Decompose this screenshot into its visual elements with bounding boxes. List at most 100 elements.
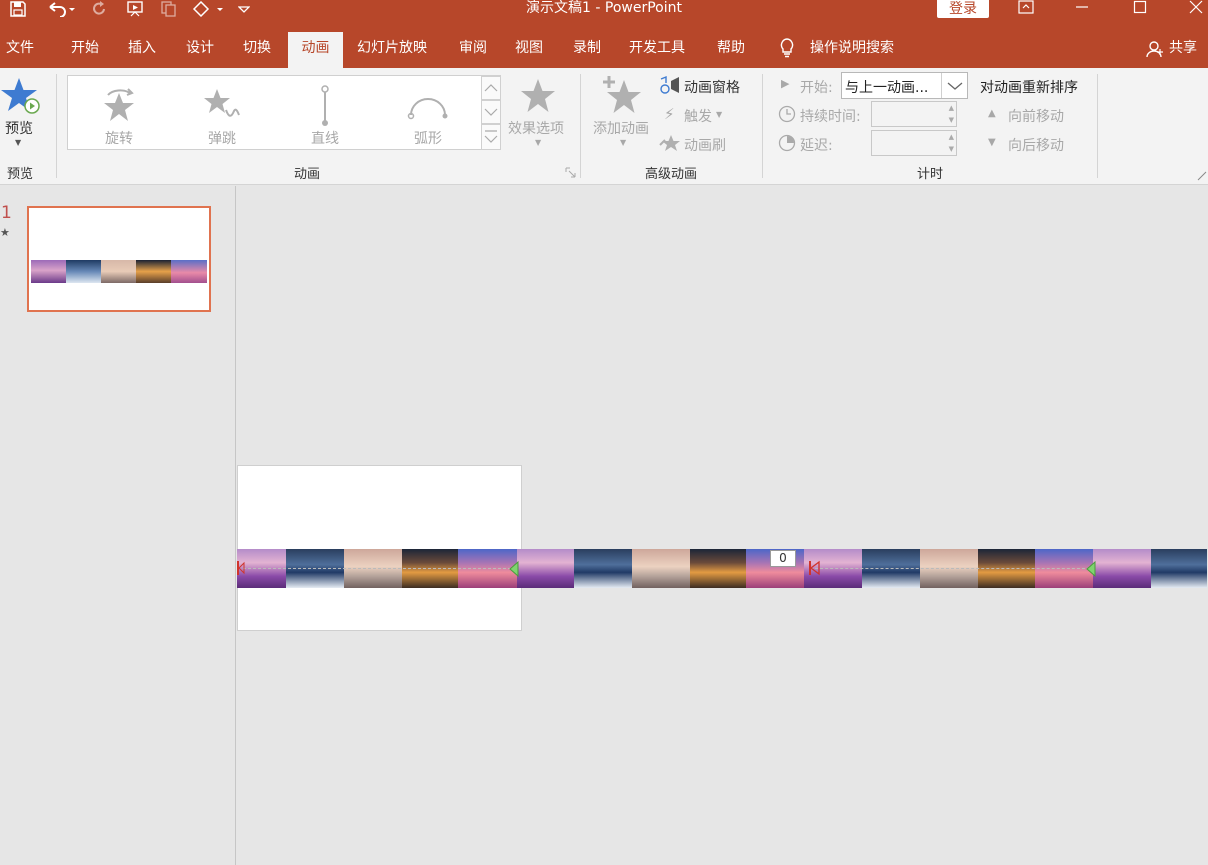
duration-up-icon[interactable]: ▲ bbox=[949, 104, 954, 112]
tab-slideshow[interactable]: 幻灯片放映 bbox=[357, 32, 427, 68]
preview-dropdown-icon[interactable]: ▼ bbox=[15, 138, 21, 147]
animation-pane-icon bbox=[659, 75, 681, 95]
tab-animations[interactable]: 动画 bbox=[288, 32, 343, 68]
trigger-lightning-icon: ⚡ bbox=[664, 105, 675, 123]
add-animation-icon bbox=[600, 74, 644, 116]
save-icon[interactable] bbox=[6, 0, 30, 18]
spin-star-icon bbox=[69, 84, 169, 128]
tab-view[interactable]: 视图 bbox=[515, 32, 543, 68]
customize-qat-icon[interactable] bbox=[234, 0, 254, 18]
undo-icon[interactable] bbox=[44, 0, 78, 18]
effect-options-star-icon bbox=[518, 76, 558, 116]
share-user-icon[interactable] bbox=[1146, 40, 1164, 62]
photo-mountain-purple bbox=[1093, 549, 1151, 588]
effect-options-button[interactable]: 效果选项 bbox=[508, 118, 564, 138]
duration-clock-icon bbox=[778, 105, 796, 123]
duration-input[interactable]: ▲ ▼ bbox=[871, 101, 957, 127]
gallery-scroll-down[interactable] bbox=[481, 100, 501, 124]
close-icon[interactable] bbox=[1176, 0, 1208, 16]
gallery-scroll-up[interactable] bbox=[481, 76, 501, 100]
start-play-icon: ▶ bbox=[781, 77, 790, 90]
redo-icon[interactable] bbox=[88, 0, 110, 18]
anim-bounce[interactable]: 弹跳 bbox=[172, 84, 272, 154]
effect-options-dropdown-icon: ▼ bbox=[535, 138, 542, 147]
anim-spin-label: 旋转 bbox=[105, 131, 133, 147]
reorder-title: 对动画重新排序 bbox=[980, 80, 1078, 96]
lightbulb-icon[interactable] bbox=[778, 38, 796, 62]
duration-label: 持续时间: bbox=[800, 109, 861, 125]
login-button[interactable]: 登录 bbox=[937, 0, 989, 18]
tell-me-search[interactable]: 操作说明搜索 bbox=[810, 32, 894, 68]
move-later-button[interactable]: 向后移动 bbox=[1008, 135, 1064, 155]
tab-insert[interactable]: 插入 bbox=[128, 32, 156, 68]
move-later-icon: ▼ bbox=[988, 137, 996, 148]
slide-canvas[interactable] bbox=[237, 465, 522, 631]
photo-snow-lake bbox=[574, 549, 632, 588]
move-earlier-button[interactable]: 向前移动 bbox=[1008, 106, 1064, 126]
anim-spin[interactable]: 旋转 bbox=[69, 84, 169, 154]
preview-star-icon[interactable] bbox=[0, 76, 42, 116]
tab-help[interactable]: 帮助 bbox=[717, 32, 745, 68]
start-from-beginning-icon[interactable] bbox=[124, 0, 148, 18]
motion-path-line[interactable] bbox=[243, 568, 511, 569]
slide-thumbnail[interactable] bbox=[27, 206, 211, 312]
thumb-photo bbox=[66, 260, 101, 283]
gallery-expand[interactable] bbox=[481, 124, 501, 150]
animation-group-label: 动画 bbox=[293, 167, 320, 182]
motion-path-line[interactable] bbox=[810, 568, 1090, 569]
minimize-icon[interactable] bbox=[1062, 0, 1102, 16]
animation-star-icon: ★ bbox=[0, 226, 10, 239]
chevron-down-icon[interactable] bbox=[941, 73, 967, 98]
divider bbox=[762, 74, 763, 178]
share-button[interactable]: 共享 bbox=[1169, 32, 1197, 68]
tab-design[interactable]: 设计 bbox=[186, 32, 214, 68]
animation-painter-button[interactable]: 动画刷 bbox=[684, 135, 726, 155]
tab-review[interactable]: 审阅 bbox=[459, 32, 487, 68]
arc-path-icon bbox=[378, 84, 478, 128]
title-bar: 演示文稿1 - PowerPoint 登录 bbox=[0, 0, 1208, 32]
anim-line[interactable]: 直线 bbox=[275, 84, 375, 154]
ribbon-tabs: 文件 开始 插入 设计 切换 动画 幻灯片放映 审阅 视图 录制 开发工具 帮助… bbox=[0, 32, 1208, 68]
copy-icon[interactable] bbox=[158, 0, 180, 18]
start-label: 开始: bbox=[800, 80, 833, 96]
tab-transitions[interactable]: 切换 bbox=[243, 32, 271, 68]
start-select[interactable]: 与上一动画... bbox=[841, 72, 968, 99]
animation-pane-button[interactable]: 动画窗格 bbox=[684, 77, 740, 97]
path-end-marker-icon[interactable] bbox=[1086, 560, 1096, 578]
divider bbox=[1097, 74, 1098, 178]
dialog-launcher-icon[interactable] bbox=[565, 167, 576, 178]
divider bbox=[56, 74, 57, 178]
preview-button[interactable]: 预览 bbox=[5, 118, 33, 138]
anim-bounce-label: 弹跳 bbox=[208, 131, 236, 147]
tab-record[interactable]: 录制 bbox=[573, 32, 601, 68]
delay-down-icon[interactable]: ▼ bbox=[949, 145, 954, 153]
preview-group-label: 预览 bbox=[6, 167, 33, 182]
delay-clock-icon bbox=[778, 134, 796, 152]
collapse-ribbon-icon[interactable] bbox=[1197, 170, 1207, 181]
thumb-photo bbox=[101, 260, 136, 283]
start-select-value: 与上一动画... bbox=[845, 80, 929, 96]
line-path-icon bbox=[275, 84, 375, 128]
photo-snow-lake bbox=[1151, 549, 1207, 588]
trigger-button[interactable]: 触发 bbox=[684, 106, 712, 126]
path-end-marker-icon[interactable] bbox=[509, 560, 519, 578]
duration-down-icon[interactable]: ▼ bbox=[949, 116, 954, 124]
add-animation-button[interactable]: 添加动画 bbox=[593, 118, 649, 138]
tab-file[interactable]: 文件 bbox=[6, 32, 34, 68]
tab-home[interactable]: 开始 bbox=[71, 32, 99, 68]
animation-order-badge[interactable]: 0 bbox=[770, 550, 796, 567]
maximize-icon[interactable] bbox=[1120, 0, 1160, 16]
move-earlier-icon: ▲ bbox=[988, 108, 996, 119]
path-start-marker-icon[interactable] bbox=[808, 560, 820, 576]
slide-editing-area: 0 bbox=[237, 186, 1208, 865]
delay-up-icon[interactable]: ▲ bbox=[949, 133, 954, 141]
anim-arc[interactable]: 弧形 bbox=[378, 84, 478, 154]
ribbon-display-options-icon[interactable] bbox=[1006, 0, 1046, 16]
animation-painter-icon bbox=[659, 133, 681, 151]
path-start-marker-icon[interactable] bbox=[237, 560, 245, 576]
delay-input[interactable]: ▲ ▼ bbox=[871, 130, 957, 156]
touch-mode-icon[interactable] bbox=[188, 0, 228, 18]
delay-label: 延迟: bbox=[800, 138, 833, 154]
photo-sunset-mountain bbox=[690, 549, 746, 588]
tab-developer[interactable]: 开发工具 bbox=[629, 32, 685, 68]
